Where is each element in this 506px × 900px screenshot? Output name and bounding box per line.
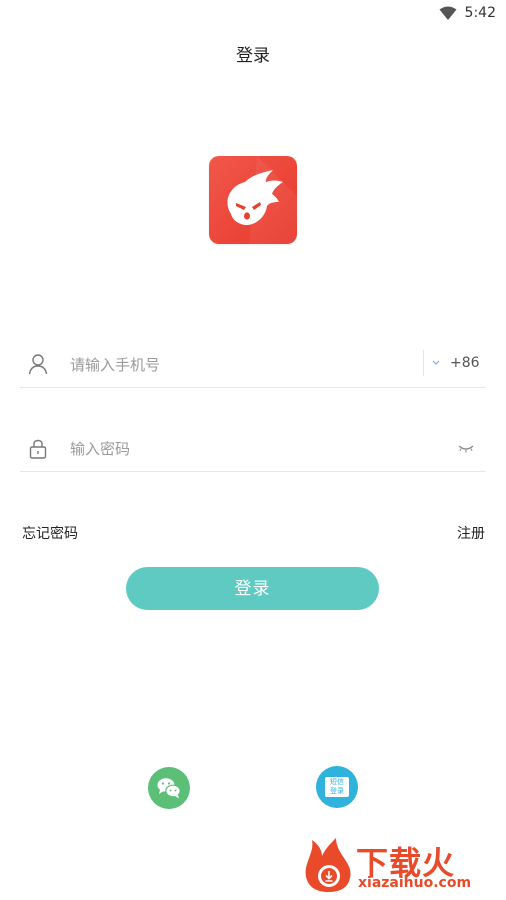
sms-icon: 短信 登录 <box>325 777 349 797</box>
sms-login-button[interactable]: 短信 登录 <box>316 766 358 808</box>
login-button[interactable]: 登录 <box>126 567 379 610</box>
sms-label-line2: 登录 <box>330 787 344 795</box>
sms-label-line1: 短信 <box>330 778 344 786</box>
watermark-domain: xiazaihuo.com <box>358 875 472 891</box>
country-code-selector[interactable]: +86 <box>450 355 480 371</box>
ghost-flame-icon <box>227 156 297 244</box>
wifi-icon <box>439 6 457 20</box>
page-title: 登录 <box>236 46 270 66</box>
eye-closed-icon[interactable] <box>457 444 475 454</box>
status-time: 5:42 <box>464 5 496 21</box>
wechat-icon <box>157 778 181 799</box>
password-input[interactable]: 输入密码 <box>70 438 130 459</box>
phone-input[interactable]: 请输入手机号 <box>70 354 160 375</box>
forgot-password-link[interactable]: 忘记密码 <box>22 523 78 543</box>
status-right: 5:42 <box>439 5 496 21</box>
lock-icon <box>29 439 47 459</box>
app-logo <box>209 156 297 244</box>
user-icon <box>28 354 48 375</box>
register-link[interactable]: 注册 <box>457 523 485 543</box>
divider <box>423 350 424 376</box>
status-bar: 5:42 <box>0 0 506 28</box>
chevron-down-icon[interactable] <box>431 359 441 367</box>
password-field[interactable]: 输入密码 <box>20 424 486 472</box>
flame-logo-icon <box>305 838 351 892</box>
wechat-login-button[interactable] <box>148 767 190 809</box>
watermark: 下载火 xiazaihuo.com <box>298 832 504 896</box>
phone-field[interactable]: 请输入手机号 +86 <box>20 340 486 388</box>
